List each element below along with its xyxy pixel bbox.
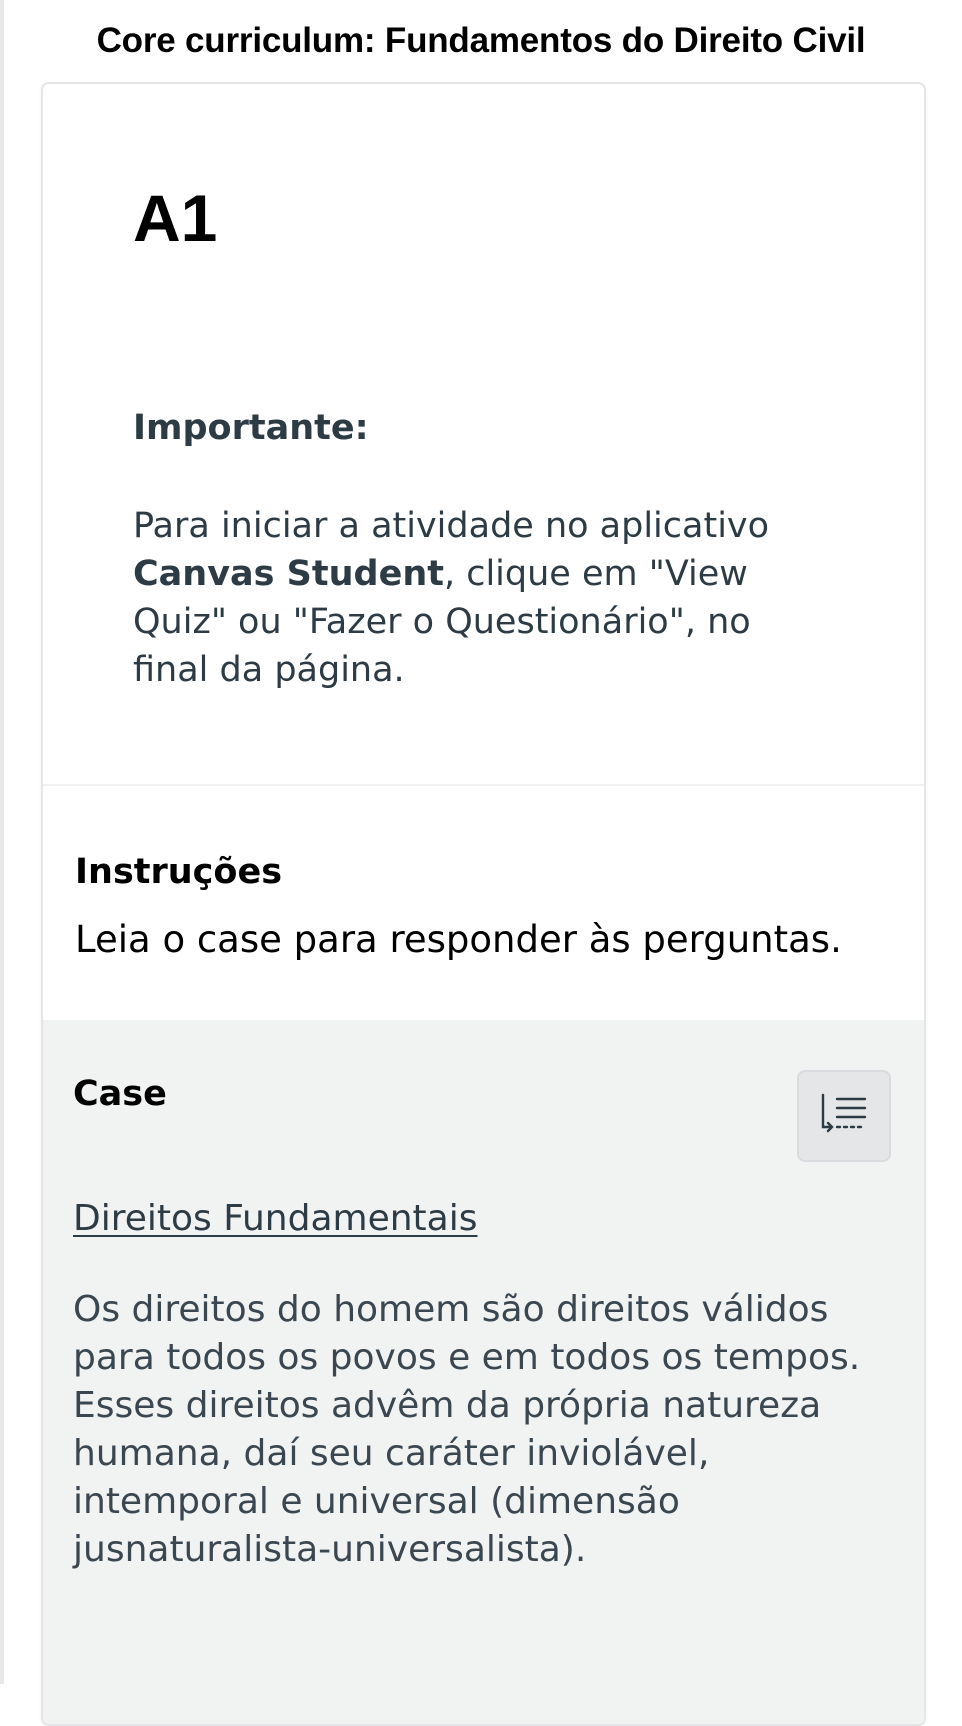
table-of-contents-button[interactable]: [797, 1070, 891, 1162]
left-edge-divider: [0, 0, 4, 1684]
quiz-card: A1 Importante: Para iniciar a atividade …: [41, 82, 926, 1726]
quiz-title: A1: [133, 181, 218, 255]
app-header: Core curriculum: Fundamentos do Direito …: [0, 0, 962, 82]
canvas-student-app-name: Canvas Student: [133, 554, 444, 594]
case-body-text: Os direitos do homem são direitos válido…: [73, 1289, 861, 1570]
quiz-intro-section: A1 Importante: Para iniciar a atividade …: [43, 84, 924, 786]
case-title: Case: [73, 1074, 167, 1114]
instructions-section: Instruções Leia o case para responder às…: [43, 786, 924, 1020]
instructions-title: Instruções: [75, 852, 283, 892]
case-section: Case Direitos Fundamentais Os direitos d…: [43, 1020, 924, 1724]
case-link-direitos-fundamentais[interactable]: Direitos Fundamentais: [73, 1198, 477, 1239]
important-text-part-1: Para iniciar a atividade no aplicativo: [133, 506, 770, 546]
table-of-contents-icon: [817, 1093, 871, 1140]
course-title: Core curriculum: Fundamentos do Direito …: [96, 21, 866, 60]
instructions-text: Leia o case para responder às perguntas.: [75, 918, 842, 961]
important-text: Para iniciar a atividade no aplicativo C…: [133, 502, 833, 694]
important-label: Importante:: [133, 408, 369, 448]
